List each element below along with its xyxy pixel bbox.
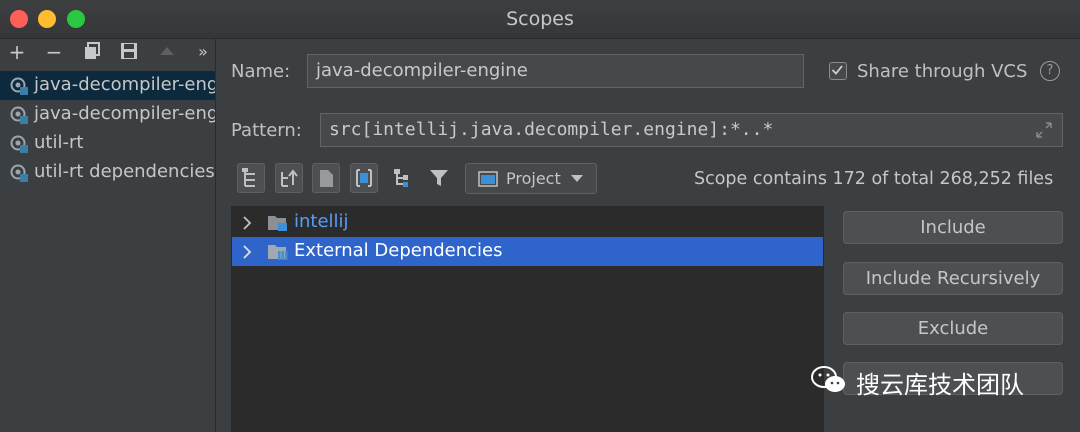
include-button[interactable]: Include	[843, 211, 1063, 244]
module-folder-icon	[268, 216, 287, 231]
wechat-icon	[811, 366, 845, 392]
tree-icon	[242, 168, 255, 187]
scope-icon	[10, 135, 28, 153]
tree-row-label: External Dependencies	[294, 240, 503, 261]
add-scope-button[interactable]: +	[6, 41, 28, 63]
save-scope-button[interactable]	[118, 41, 140, 63]
save-icon	[121, 43, 137, 59]
module-icon	[356, 169, 372, 187]
flatten-icon	[281, 169, 298, 187]
view-type-label: Project	[506, 169, 561, 188]
hierarchy-icon	[394, 169, 408, 187]
file-icon	[320, 170, 333, 187]
copy-icon	[85, 42, 100, 59]
window-title: Scopes	[506, 8, 574, 30]
tree-row-label: intellij	[294, 211, 349, 232]
include-recursively-button[interactable]: Include Recursively	[843, 262, 1063, 295]
scope-icon	[10, 106, 28, 124]
scope-list-toolbar: + − »	[0, 39, 215, 67]
scope-item-label: java-decompiler-engine	[34, 103, 215, 124]
flatten-packages-button[interactable]	[275, 163, 303, 193]
filter-button[interactable]	[426, 163, 454, 193]
filter-icon	[430, 170, 448, 186]
scope-icon	[10, 164, 28, 182]
more-actions-button[interactable]: »	[192, 41, 214, 63]
move-up-button[interactable]	[156, 41, 178, 63]
compact-middle-packages-button[interactable]	[388, 163, 416, 193]
view-type-dropdown[interactable]: Project	[465, 163, 597, 194]
tree-row-intellij[interactable]: intellij	[232, 208, 823, 237]
scope-item-java-decompiler-engine[interactable]: java-decompiler-engine	[0, 71, 215, 100]
share-vcs-checkbox[interactable]	[829, 62, 847, 80]
group-by-module-button[interactable]	[237, 163, 265, 193]
library-folder-icon	[268, 245, 288, 260]
scope-list-panel: + − » java-decompiler-engine java-decomp…	[0, 39, 216, 432]
name-field[interactable]: java-decompiler-engine	[307, 54, 804, 88]
chevron-right-icon[interactable]	[242, 245, 252, 259]
copy-scope-button[interactable]	[81, 41, 103, 63]
scope-item-util-rt[interactable]: util-rt	[0, 129, 215, 158]
project-icon	[478, 171, 498, 187]
checkmark-icon	[831, 65, 843, 75]
scope-icon	[10, 77, 28, 95]
share-vcs-label: Share through VCS	[857, 61, 1028, 82]
chevron-right-icon[interactable]	[242, 216, 252, 230]
scope-item-label: util-rt dependencies	[34, 161, 215, 182]
scope-item-util-rt-dependencies[interactable]: util-rt dependencies	[0, 158, 215, 187]
name-label: Name:	[231, 61, 291, 82]
pattern-field[interactable]: src[intellij.java.decompiler.engine]:*..…	[320, 113, 1063, 147]
remove-scope-button[interactable]: −	[43, 41, 65, 63]
title-bar: Scopes	[0, 0, 1080, 39]
show-modules-button[interactable]	[350, 163, 378, 193]
tree-row-external-dependencies[interactable]: External Dependencies	[232, 237, 823, 266]
scope-summary: Scope contains 172 of total 268,252 file…	[694, 169, 1054, 189]
exclude-button[interactable]: Exclude	[843, 312, 1063, 345]
scope-list: java-decompiler-engine java-decompiler-e…	[0, 71, 215, 187]
help-icon[interactable]: ?	[1040, 61, 1060, 81]
pattern-label: Pattern:	[231, 120, 302, 141]
scope-item-java-decompiler-engine-2[interactable]: java-decompiler-engine	[0, 100, 215, 129]
expand-icon[interactable]	[1034, 120, 1054, 140]
arrow-up-icon	[160, 47, 174, 55]
scope-item-label: java-decompiler-engine	[34, 74, 215, 95]
show-files-button[interactable]	[312, 163, 340, 193]
chevron-down-icon	[571, 175, 583, 182]
watermark-text: 搜云库技术团队	[856, 371, 1024, 399]
project-tree: intellij External Dependencies	[231, 206, 824, 432]
scope-item-label: util-rt	[34, 132, 84, 153]
